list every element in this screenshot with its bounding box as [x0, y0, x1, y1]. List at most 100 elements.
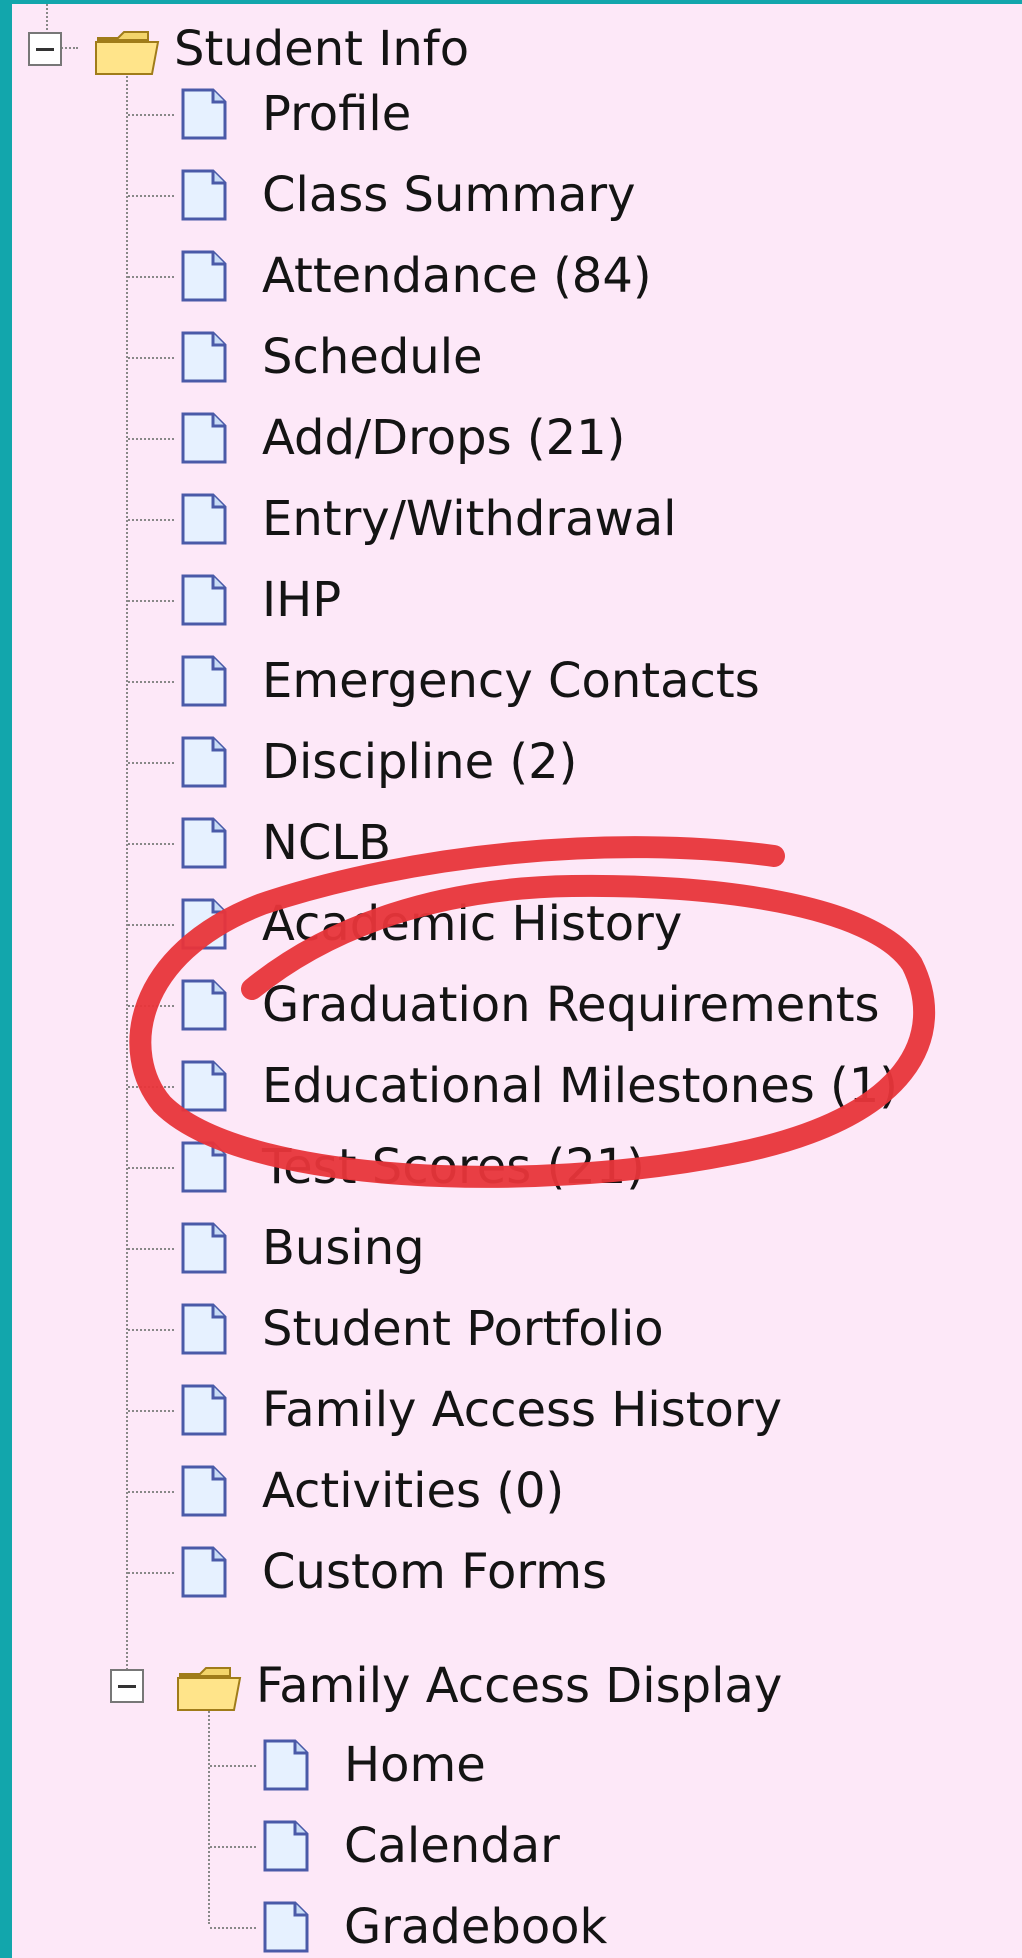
tree-item-schedule[interactable]: Schedule [262, 327, 483, 387]
tree-connector [46, 4, 48, 30]
tree-item-test-scores[interactable]: Test Scores (21) [262, 1137, 645, 1197]
tree-connector [128, 114, 174, 116]
tree-connector [128, 438, 174, 440]
tree-item-emergency-contacts[interactable]: Emergency Contacts [262, 651, 760, 711]
tree-connector [128, 1572, 174, 1574]
document-icon [180, 816, 228, 870]
tree-connector [128, 519, 174, 521]
tree-item-label: Custom Forms [262, 1544, 608, 1600]
tree-item-label: Class Summary [262, 167, 636, 223]
tree-item-ihp[interactable]: IHP [262, 570, 341, 630]
document-icon [180, 1059, 228, 1113]
tree-item-custom-forms[interactable]: Custom Forms [262, 1542, 607, 1602]
tree-item-label: Home [344, 1737, 486, 1793]
folder-label: Student Info [174, 21, 470, 77]
tree-item-label: Profile [262, 86, 412, 142]
document-icon [180, 735, 228, 789]
document-icon [180, 249, 228, 303]
document-icon [180, 573, 228, 627]
tree-connector [128, 1248, 174, 1250]
tree-item-label: Discipline (2) [262, 734, 578, 790]
document-icon [180, 1140, 228, 1194]
tree-item-label: Busing [262, 1220, 425, 1276]
tree-item-entry-withdrawal[interactable]: Entry/Withdrawal [262, 489, 677, 549]
document-icon [180, 492, 228, 546]
tree-item-family-access-history[interactable]: Family Access History [262, 1380, 782, 1440]
tree-connector [128, 357, 174, 359]
folder-label: Family Access Display [256, 1658, 783, 1714]
tree-item-label: Calendar [344, 1818, 560, 1874]
tree-connector [128, 195, 174, 197]
collapse-toggle-student-info[interactable] [28, 32, 62, 66]
document-icon [180, 1221, 228, 1275]
tree-item-label: IHP [262, 572, 342, 628]
tree-folder-student-info[interactable]: Student Info [174, 19, 469, 79]
document-icon [180, 330, 228, 384]
tree-connector [128, 1167, 174, 1169]
tree-item-label: Academic History [262, 896, 683, 952]
tree-item-label: Emergency Contacts [262, 653, 760, 709]
tree-item-add-drops[interactable]: Add/Drops (21) [262, 408, 625, 468]
tree-item-label: Family Access History [262, 1382, 783, 1438]
tree-connector [128, 762, 174, 764]
tree-connector [128, 1329, 174, 1331]
document-icon [180, 1464, 228, 1518]
tree-item-label: Attendance (84) [262, 248, 652, 304]
tree-item-academic-history[interactable]: Academic History [262, 894, 682, 954]
tree-connector [128, 924, 174, 926]
tree-connector [210, 1846, 256, 1848]
tree-item-label: Activities (0) [262, 1463, 565, 1519]
tree-item-profile[interactable]: Profile [262, 84, 411, 144]
document-icon [180, 978, 228, 1032]
tree-item-label: Entry/Withdrawal [262, 491, 677, 547]
tree-item-educational-milestones[interactable]: Educational Milestones (1) [262, 1056, 898, 1116]
tree-connector [210, 1927, 256, 1929]
document-icon [180, 168, 228, 222]
document-icon [180, 87, 228, 141]
tree-item-busing[interactable]: Busing [262, 1218, 425, 1278]
document-icon [262, 1738, 310, 1792]
tree-item-label: NCLB [262, 815, 392, 871]
tree-item-label: Gradebook [344, 1899, 608, 1955]
navigation-tree-panel: Student Info Profile Class Summary Attenda… [12, 4, 1022, 1958]
tree-item-discipline[interactable]: Discipline (2) [262, 732, 577, 792]
tree-connector [128, 1410, 174, 1412]
tree-item-nclb[interactable]: NCLB [262, 813, 391, 873]
document-icon [180, 1302, 228, 1356]
tree-connector [128, 1086, 174, 1088]
document-icon [180, 1545, 228, 1599]
document-icon [180, 654, 228, 708]
tree-folder-family-access-display[interactable]: Family Access Display [256, 1656, 782, 1716]
tree-item-label: Schedule [262, 329, 483, 385]
tree-connector [128, 1491, 174, 1493]
tree-item-label: Student Portfolio [262, 1301, 664, 1357]
document-icon [180, 411, 228, 465]
tree-item-class-summary[interactable]: Class Summary [262, 165, 636, 225]
tree-item-label: Educational Milestones (1) [262, 1058, 898, 1114]
tree-connector [128, 600, 174, 602]
tree-connector [210, 1765, 256, 1767]
tree-item-label: Test Scores (21) [262, 1139, 646, 1195]
tree-item-attendance[interactable]: Attendance (84) [262, 246, 652, 306]
tree-item-label: Graduation Requirements [262, 977, 880, 1033]
tree-connector [128, 1005, 174, 1007]
tree-item-graduation-requirements[interactable]: Graduation Requirements [262, 975, 880, 1035]
document-icon [262, 1900, 310, 1954]
open-folder-icon [95, 31, 160, 75]
tree-item-home[interactable]: Home [344, 1735, 486, 1795]
tree-item-calendar[interactable]: Calendar [344, 1816, 560, 1876]
tree-item-label: Add/Drops (21) [262, 410, 626, 466]
tree-item-gradebook[interactable]: Gradebook [344, 1897, 607, 1957]
collapse-toggle-family-access-display[interactable] [110, 1669, 144, 1703]
document-icon [262, 1819, 310, 1873]
document-icon [180, 897, 228, 951]
tree-connector [126, 72, 128, 1686]
tree-connector [128, 276, 174, 278]
tree-item-student-portfolio[interactable]: Student Portfolio [262, 1299, 664, 1359]
tree-connector [128, 843, 174, 845]
tree-item-activities[interactable]: Activities (0) [262, 1461, 564, 1521]
tree-connector [128, 681, 174, 683]
tree-connector [208, 1704, 210, 1924]
document-icon [180, 1383, 228, 1437]
open-folder-icon [177, 1667, 242, 1711]
